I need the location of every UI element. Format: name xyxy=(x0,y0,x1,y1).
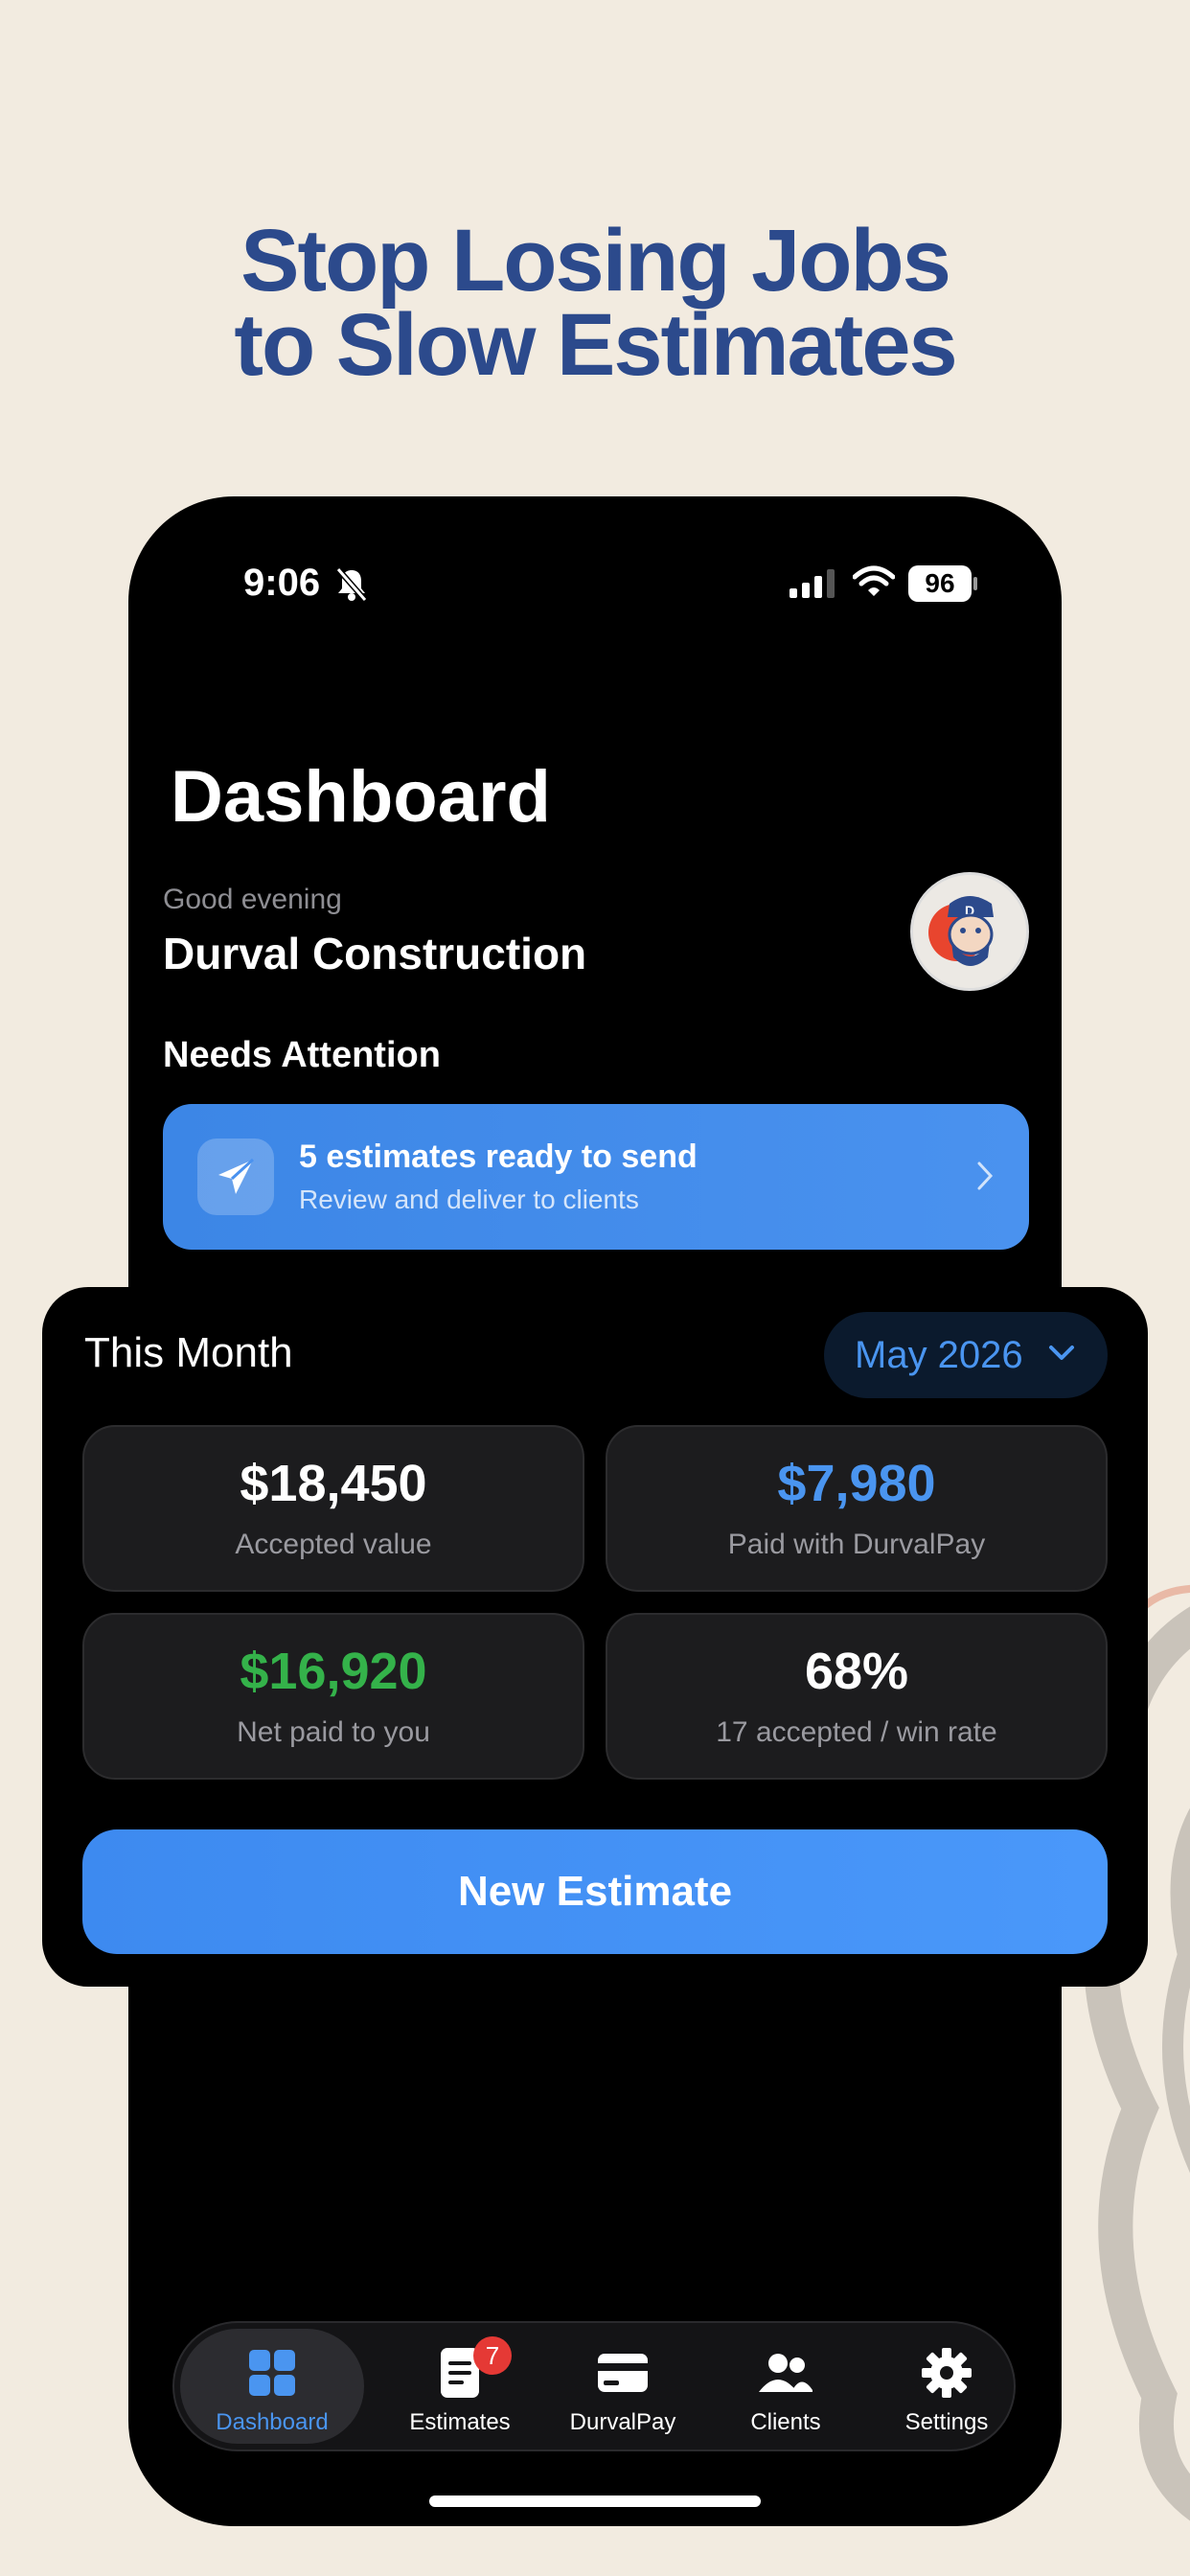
month-selector[interactable]: May 2026 xyxy=(824,1312,1108,1398)
mascot-logo-icon: D xyxy=(913,875,1026,988)
stat-label: Paid with DurvalPay xyxy=(727,1529,986,1560)
chevron-right-icon xyxy=(977,1162,994,1190)
greeting-text: Good evening xyxy=(163,884,342,915)
cellular-signal-icon xyxy=(790,569,835,598)
tab-label-clients: Clients xyxy=(750,2409,821,2435)
estimates-badge: 7 xyxy=(473,2336,512,2375)
home-indicator xyxy=(429,2496,761,2507)
battery-indicator: 96 xyxy=(908,565,972,602)
estimates-ready-subtitle: Review and deliver to clients xyxy=(299,1184,639,1214)
silent-bell-icon xyxy=(335,567,368,602)
tab-label-estimates: Estimates xyxy=(409,2409,511,2435)
needs-attention-heading: Needs Attention xyxy=(163,1035,441,1075)
stat-label: Net paid to you xyxy=(237,1716,430,1748)
stat-net-paid: $16,920 Net paid to you xyxy=(82,1613,584,1780)
card-icon xyxy=(598,2354,648,2392)
stat-label: Accepted value xyxy=(235,1529,432,1560)
tab-estimates[interactable]: 7 Estimates xyxy=(378,2329,542,2444)
stat-paid-durvalpay: $7,980 Paid with DurvalPay xyxy=(606,1425,1108,1592)
tab-clients[interactable]: Clients xyxy=(703,2329,868,2444)
tab-label-durvalpay: DurvalPay xyxy=(569,2409,676,2435)
paper-plane-icon xyxy=(218,1158,255,1194)
stat-value: 68% xyxy=(804,1643,909,1700)
gear-icon xyxy=(922,2348,972,2398)
tab-bar: Dashboard 7 Estimates DurvalPay Clients … xyxy=(172,2321,1016,2451)
grid-icon xyxy=(249,2350,295,2396)
month-selector-value: May 2026 xyxy=(855,1334,1023,1376)
battery-tip xyxy=(973,577,977,590)
tab-settings[interactable]: Settings xyxy=(864,2329,1029,2444)
wifi-icon xyxy=(853,565,895,596)
new-estimate-button[interactable]: New Estimate xyxy=(82,1829,1108,1954)
tab-label-settings: Settings xyxy=(904,2409,989,2435)
stat-win-rate: 68% 17 accepted / win rate xyxy=(606,1613,1108,1780)
status-bar: 9:06 96 xyxy=(128,546,1062,619)
stat-accepted-value: $18,450 Accepted value xyxy=(82,1425,584,1592)
tab-durvalpay[interactable]: DurvalPay xyxy=(540,2329,705,2444)
stat-value: $7,980 xyxy=(777,1455,936,1512)
status-time: 9:06 xyxy=(243,562,321,604)
this-month-title: This Month xyxy=(84,1329,293,1376)
company-name: Durval Construction xyxy=(163,929,587,978)
estimates-ready-card[interactable]: 5 estimates ready to send Review and del… xyxy=(163,1104,1029,1250)
chevron-down-icon xyxy=(1049,1346,1074,1360)
page-title: Dashboard xyxy=(171,756,551,838)
stat-value: $18,450 xyxy=(240,1455,427,1512)
avatar[interactable]: D xyxy=(910,872,1029,991)
this-month-panel: This Month May 2026 $18,450 Accepted val… xyxy=(42,1287,1148,1987)
estimates-ready-title: 5 estimates ready to send xyxy=(299,1138,698,1175)
tab-dashboard[interactable]: Dashboard xyxy=(180,2329,364,2444)
headline-line-2: to Slow Estimates xyxy=(234,296,957,394)
people-icon xyxy=(759,2354,812,2392)
stat-value: $16,920 xyxy=(240,1643,427,1700)
tab-label-dashboard: Dashboard xyxy=(216,2409,329,2435)
stat-label: 17 accepted / win rate xyxy=(716,1716,997,1748)
send-icon-tile xyxy=(197,1138,274,1215)
marketing-headline: Stop Losing Jobs to Slow Estimates xyxy=(0,212,1190,394)
headline-line-1: Stop Losing Jobs xyxy=(240,212,951,310)
